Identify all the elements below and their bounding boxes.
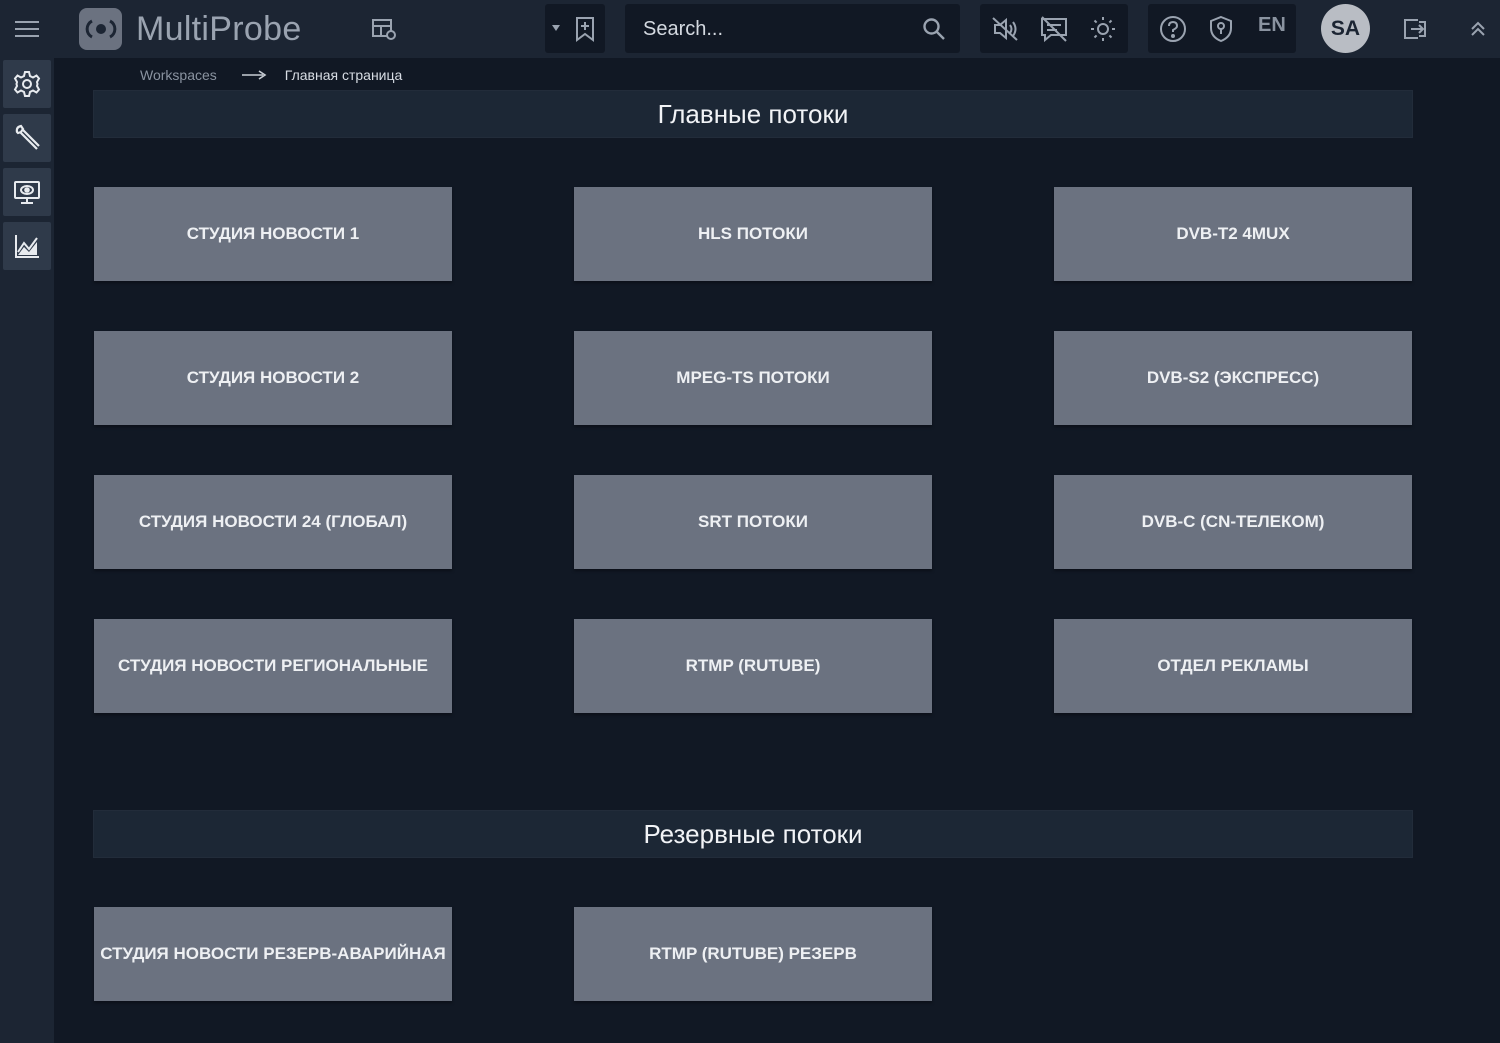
wrench-icon [15,124,40,150]
comments-off-icon[interactable] [1038,14,1070,44]
search-input[interactable] [641,14,915,44]
logo-icon[interactable] [79,8,122,50]
sidebar [0,58,54,1043]
stream-tile[interactable]: SRT ПОТОКИ [574,475,932,569]
stream-tile[interactable]: RTMP (RUTUBE) [574,619,932,713]
brightness-icon[interactable] [1088,14,1118,44]
sidebar-item-monitor[interactable] [3,168,51,216]
logout-icon[interactable] [1400,14,1430,44]
bookmark-group [545,4,605,53]
shield-icon[interactable] [1206,14,1236,44]
stream-tile[interactable]: СТУДИЯ НОВОСТИ РЕГИОНАЛЬНЫЕ [94,619,452,713]
gear-icon [13,71,41,97]
breadcrumb: Workspaces Главная страница [140,66,402,84]
stream-tile[interactable]: DVB-S2 (ЭКСПРЕСС) [1054,331,1412,425]
avatar[interactable]: SA [1321,4,1370,53]
language-switch[interactable]: EN [1258,14,1286,37]
stream-tile[interactable]: СТУДИЯ НОВОСТИ РЕЗЕРВ-АВАРИЙНАЯ [94,907,452,1001]
stream-tile[interactable]: ОТДЕЛ РЕКЛАМЫ [1054,619,1412,713]
collapse-up-icon[interactable] [1464,16,1492,42]
layout-settings-icon[interactable] [368,14,400,44]
stream-tile[interactable]: DVB-C (CN-ТЕЛЕКОМ) [1054,475,1412,569]
stream-tile[interactable]: СТУДИЯ НОВОСТИ 24 (ГЛОБАЛ) [94,475,452,569]
breadcrumb-current: Главная страница [284,67,403,83]
menu-icon[interactable] [12,16,42,42]
monitor-icon [14,181,40,204]
stream-tile[interactable]: DVB-T2 4MUX [1054,187,1412,281]
breadcrumb-root[interactable]: Workspaces [140,67,217,83]
stream-tile[interactable]: RTMP (RUTUBE) РЕЗЕРВ [574,907,932,1001]
help-icon[interactable] [1158,14,1188,44]
chart-icon [15,235,39,258]
stream-tile[interactable]: HLS ПОТОКИ [574,187,932,281]
bookmark-add-icon[interactable] [571,14,599,44]
stream-tile[interactable]: MPEG-TS ПОТОКИ [574,331,932,425]
sidebar-item-settings[interactable] [3,60,51,108]
mute-icon[interactable] [990,14,1020,44]
sidebar-item-tools[interactable] [3,114,51,162]
alerts-group [980,4,1128,53]
search-box [625,4,960,53]
sidebar-item-statistics[interactable] [3,222,51,270]
section-header-main: Главные потоки [93,90,1413,138]
app-logo-text: MultiProbe [136,9,302,49]
logo-bold: Probe [209,10,302,48]
arrow-right-icon [241,70,267,80]
logo-light: Multi [136,10,210,48]
section-header-backup: Резервные потоки [93,810,1413,858]
stream-tile[interactable]: СТУДИЯ НОВОСТИ 2 [94,331,452,425]
search-icon[interactable] [921,16,947,42]
stream-tile[interactable]: СТУДИЯ НОВОСТИ 1 [94,187,452,281]
top-bar: MultiProbe Search... EN SA [0,0,1500,58]
dropdown-caret-icon[interactable] [549,20,563,36]
